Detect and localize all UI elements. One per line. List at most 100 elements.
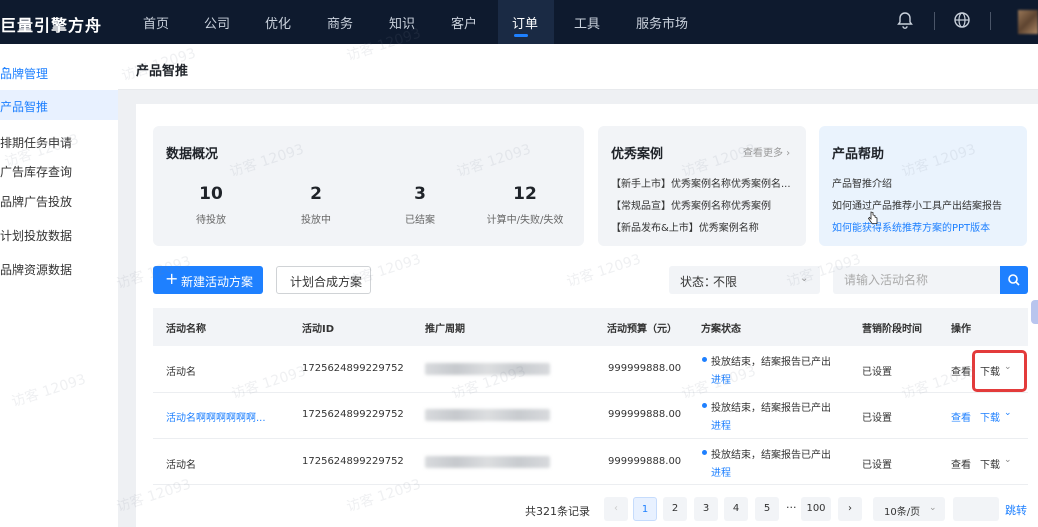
chevron-down-icon: ⌄ xyxy=(800,273,809,284)
search-button[interactable] xyxy=(1000,266,1028,294)
view-more-link[interactable]: 查看更多 › xyxy=(743,144,790,159)
nav-item-home[interactable]: 首页 xyxy=(143,13,169,32)
help-item-ppt-link[interactable]: 如何能获得系统推荐方案的PPT版本 xyxy=(832,219,990,234)
stat-value-pending: 10 xyxy=(199,184,223,204)
nav-item-tools[interactable]: 工具 xyxy=(574,13,600,32)
sidebar-item-schedule-request[interactable]: 排期任务申请 xyxy=(0,134,72,151)
sidebar-item-brand-ad-delivery[interactable]: 品牌广告投放 xyxy=(0,193,72,210)
search-icon xyxy=(1008,274,1020,286)
column-header-budget: 活动预算（元） xyxy=(607,324,677,335)
globe-icon[interactable] xyxy=(952,10,972,30)
nav-item-knowledge[interactable]: 知识 xyxy=(389,13,415,32)
plus-icon: + xyxy=(165,269,179,288)
nav-item-customer[interactable]: 客户 xyxy=(451,13,477,32)
help-item-intro[interactable]: 产品智推介绍 xyxy=(832,175,892,190)
column-header-status: 方案状态 xyxy=(701,324,741,335)
prev-page-button[interactable]: ‹ xyxy=(604,497,628,521)
row-status: 投放结束，结案报告已产出 xyxy=(711,403,831,414)
bell-icon[interactable] xyxy=(895,10,915,30)
page-jump-input[interactable] xyxy=(953,497,999,521)
column-header-actions: 操作 xyxy=(951,324,971,335)
nav-item-orders[interactable]: 订单 xyxy=(512,13,538,32)
row-activity-id: 1725624899229752 xyxy=(302,409,404,420)
case-item-new-product[interactable]: 【新品发布&上市】优秀案例名称 xyxy=(611,219,759,234)
case-item-new-launch[interactable]: 【新手上市】优秀案例名称优秀案例名... xyxy=(611,175,791,190)
stat-value-closed: 3 xyxy=(414,184,426,204)
page-button-4[interactable]: 4 xyxy=(724,497,748,521)
chevron-up-icon: ⌃ xyxy=(0,65,10,78)
page-button-3[interactable]: 3 xyxy=(694,497,718,521)
row-stage: 已设置 xyxy=(862,367,892,378)
status-select-label: 状态： xyxy=(680,275,717,289)
nav-item-service-market[interactable]: 服务市场 xyxy=(636,13,688,32)
stat-label-pending: 待投放 xyxy=(196,215,226,226)
sidebar-item-plan-data[interactable]: 计划投放数据 xyxy=(0,227,72,244)
row-activity-id: 1725624899229752 xyxy=(302,456,404,467)
page-button-2[interactable]: 2 xyxy=(663,497,687,521)
plan-compose-label: 计划合成方案 xyxy=(290,275,363,289)
row-progress-link[interactable]: 进程 xyxy=(711,371,731,386)
page-jump-button[interactable]: 跳转 xyxy=(1005,502,1027,518)
pagination-ellipsis: ··· xyxy=(786,501,797,514)
stat-value-computing: 12 xyxy=(513,184,537,204)
row-activity-name[interactable]: 活动名啊啊啊啊啊啊... xyxy=(166,409,266,424)
sidebar-group-brand-management[interactable]: 品牌管理 ⌃ xyxy=(0,65,118,83)
top-navbar: 巨量引擎方舟 首页 公司 优化 商务 知识 客户 订单 工具 服务市场 xyxy=(0,0,1038,44)
nav-active-indicator xyxy=(514,34,528,37)
page-header: 产品智推 xyxy=(118,44,1038,90)
row-progress-link[interactable]: 进程 xyxy=(711,464,731,479)
stat-value-running: 2 xyxy=(310,184,322,204)
status-dot xyxy=(702,403,707,408)
new-activity-label: 新建活动方案 xyxy=(181,275,254,289)
stat-label-computing: 计算中/失败/失效 xyxy=(486,215,564,226)
nav-item-company[interactable]: 公司 xyxy=(204,13,230,32)
page-button-1[interactable]: 1 xyxy=(633,497,657,521)
row-budget: 999999888.00 xyxy=(608,456,682,467)
row-activity-name: 活动名 xyxy=(166,460,196,471)
page-button-100[interactable]: 100 xyxy=(801,497,831,521)
nav-item-optimize[interactable]: 优化 xyxy=(265,13,291,32)
page-size-select[interactable]: 10条/页 ⌄ xyxy=(873,497,945,521)
row-status: 投放结束，结案报告已产出 xyxy=(711,357,831,368)
pagination-total: 共321条记录 xyxy=(525,505,590,518)
row-view-link[interactable]: 查看 xyxy=(951,409,971,424)
sidebar-item-ad-inventory[interactable]: 广告库存查询 xyxy=(0,163,72,180)
avatar[interactable] xyxy=(1018,10,1038,34)
column-header-id: 活动ID xyxy=(302,324,335,335)
page-button-5[interactable]: 5 xyxy=(755,497,779,521)
row-period-redacted xyxy=(425,456,550,468)
status-select[interactable]: 状态： 不限 ⌄ xyxy=(669,266,820,294)
column-header-period: 推广周期 xyxy=(425,324,465,335)
sidebar: 品牌管理 ⌃ 产品智推 排期任务申请 广告库存查询 品牌广告投放 计划投放数据 … xyxy=(0,44,118,527)
side-scroll-handle[interactable] xyxy=(1031,300,1038,324)
new-activity-button[interactable]: + 新建活动方案 xyxy=(153,266,263,294)
sidebar-item-brand-resource-data[interactable]: 品牌资源数据 xyxy=(0,261,72,278)
stat-label-closed: 已结案 xyxy=(405,215,435,226)
row-download-dropdown[interactable]: 下载 xyxy=(980,456,1000,471)
nav-item-business[interactable]: 商务 xyxy=(327,13,353,32)
status-dot xyxy=(702,357,707,362)
cases-title: 优秀案例 xyxy=(611,147,664,162)
row-download-dropdown[interactable]: 下载 xyxy=(980,409,1000,424)
row-progress-link[interactable]: 进程 xyxy=(711,417,731,432)
row-activity-name: 活动名 xyxy=(166,367,196,378)
column-header-stage-time: 营销阶段时间 xyxy=(862,324,922,335)
status-select-value: 不限 xyxy=(713,275,738,289)
row-view-link[interactable]: 查看 xyxy=(951,456,971,471)
activity-search-input[interactable] xyxy=(833,266,1001,294)
row-stage: 已设置 xyxy=(862,460,892,471)
next-page-button[interactable]: › xyxy=(838,497,862,521)
help-item-report-guide[interactable]: 如何通过产品推荐小工具产出结案报告 xyxy=(832,197,1002,212)
row-view-link[interactable]: 查看 xyxy=(951,363,971,378)
page-size-value: 10条/页 xyxy=(884,507,921,518)
overview-title: 数据概况 xyxy=(166,147,219,162)
chevron-down-icon: ⌄ xyxy=(1004,408,1012,418)
case-item-regular-brand[interactable]: 【常规品宣】优秀案例名称优秀案例 xyxy=(611,197,771,212)
app-logo[interactable]: 巨量引擎方舟 xyxy=(0,12,102,36)
status-dot xyxy=(702,450,707,455)
nav-divider xyxy=(934,12,935,30)
plan-compose-button[interactable]: 计划合成方案 xyxy=(276,266,371,294)
column-header-name: 活动名称 xyxy=(166,324,206,335)
sidebar-item-product-recommend[interactable]: 产品智推 xyxy=(0,98,48,115)
hand-cursor-icon xyxy=(868,211,878,224)
